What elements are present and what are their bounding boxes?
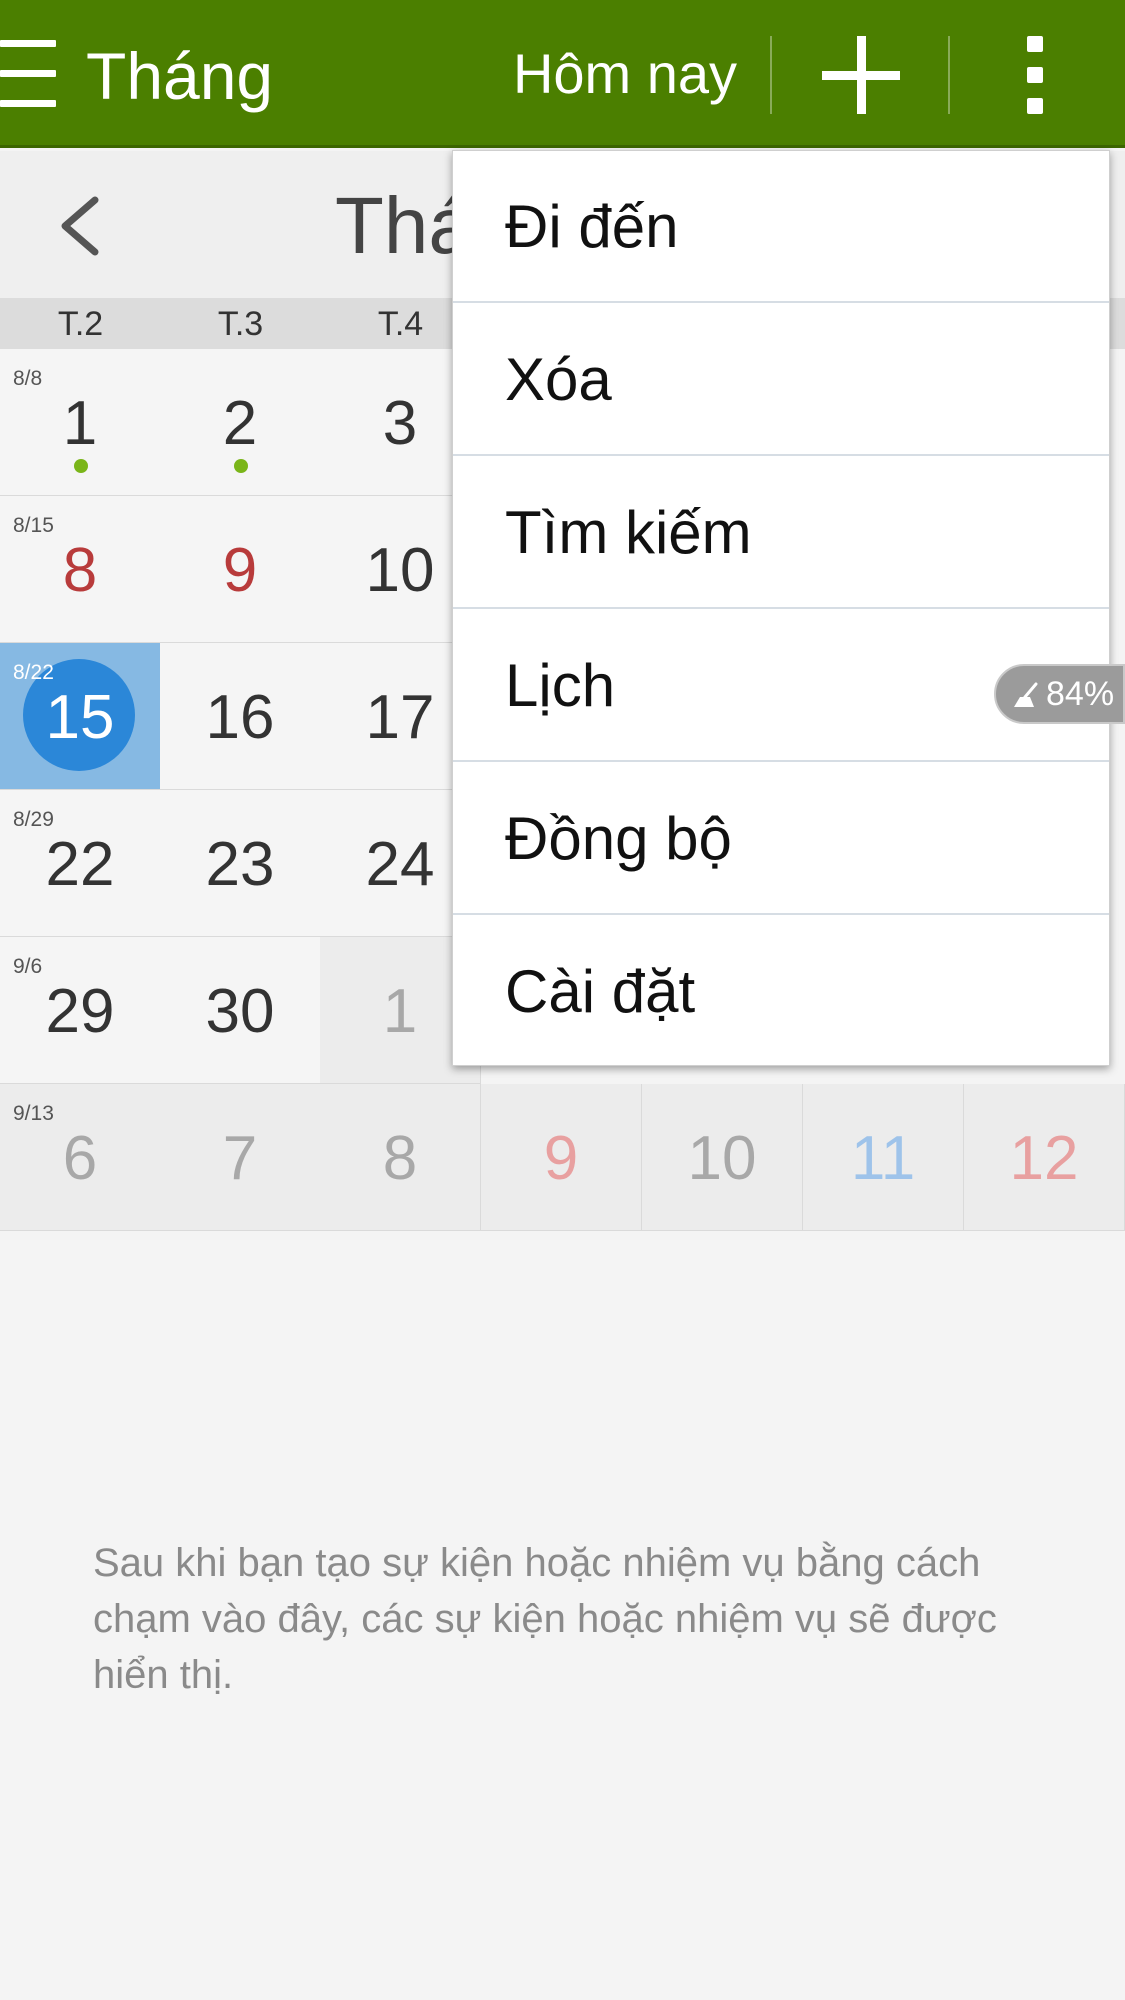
day-cell[interactable]: 9 <box>481 1084 642 1231</box>
menu-item-delete[interactable]: Xóa <box>453 304 1109 456</box>
add-event-button[interactable] <box>773 0 948 148</box>
day-cell[interactable]: 7 <box>160 1084 321 1231</box>
more-vertical-icon[interactable] <box>1027 36 1045 114</box>
day-number: 23 <box>205 830 275 899</box>
day-number: 6 <box>62 1124 98 1193</box>
day-number: 22 <box>45 830 115 899</box>
day-cell[interactable]: 8 <box>320 1084 481 1231</box>
day-cell[interactable]: 2 <box>160 349 321 496</box>
action-bar: Tháng Hôm nay <box>0 0 1125 148</box>
menu-item-search[interactable]: Tìm kiếm <box>453 457 1109 609</box>
day-cell[interactable]: 9 <box>160 496 321 643</box>
menu-item-label: Tìm kiếm <box>505 499 752 566</box>
menu-item-label: Cài đặt <box>505 958 696 1025</box>
menu-item-label: Đi đến <box>505 193 679 260</box>
menu-item-label: Xóa <box>505 346 612 413</box>
day-cell[interactable]: 8/15 8 <box>0 496 161 643</box>
day-cell[interactable]: 9/6 29 <box>0 937 161 1084</box>
day-cell[interactable]: 12 <box>964 1084 1125 1231</box>
battery-widget[interactable]: 84% <box>994 664 1125 724</box>
day-number: 29 <box>45 977 115 1046</box>
day-number: 8 <box>382 1124 418 1193</box>
day-cell[interactable]: 10 <box>642 1084 803 1231</box>
day-number: 11 <box>850 1124 916 1193</box>
hamburger-icon[interactable] <box>0 40 56 107</box>
day-number: 9 <box>222 536 258 605</box>
day-cell[interactable]: 11 <box>803 1084 964 1231</box>
day-cell[interactable]: 9/13 6 <box>0 1084 161 1231</box>
menu-item-label: Đồng bộ <box>505 805 732 872</box>
toolbar-divider <box>770 36 772 114</box>
event-dot <box>234 459 248 473</box>
day-cell[interactable]: 16 <box>160 643 321 790</box>
day-cell-today[interactable]: 8/22 15 <box>0 643 161 790</box>
chevron-left-icon[interactable] <box>55 196 107 256</box>
overflow-menu: Đi đến Xóa Tìm kiếm Lịch Đồng bộ Cài đặt <box>452 150 1110 1066</box>
empty-events-hint[interactable]: Sau khi bạn tạo sự kiện hoặc nhiệm vụ bằ… <box>93 1535 1053 1703</box>
day-cell[interactable]: 30 <box>160 937 321 1084</box>
day-number: 30 <box>205 977 275 1046</box>
view-title[interactable]: Tháng <box>86 36 273 116</box>
day-cell[interactable]: 8/29 22 <box>0 790 161 937</box>
today-button[interactable]: Hôm nay <box>480 0 770 148</box>
broom-icon <box>1014 682 1038 707</box>
menu-item-sync[interactable]: Đồng bộ <box>453 763 1109 915</box>
weekday-label: T.2 <box>57 305 104 343</box>
day-number: 2 <box>222 389 258 458</box>
day-number: 16 <box>205 683 275 752</box>
day-cell[interactable]: 23 <box>160 790 321 937</box>
day-number: 10 <box>687 1124 757 1193</box>
day-number: 8 <box>62 536 98 605</box>
battery-percent: 84% <box>1046 675 1115 713</box>
weekday-label: T.3 <box>217 305 264 343</box>
event-dot <box>74 459 88 473</box>
day-number: 1 <box>62 389 98 458</box>
menu-item-go-to[interactable]: Đi đến <box>453 151 1109 303</box>
day-number: 15 <box>45 683 115 752</box>
day-number: 7 <box>222 1124 258 1193</box>
day-number: 12 <box>1009 1124 1079 1193</box>
day-cell[interactable]: 8/8 1 <box>0 349 161 496</box>
menu-item-settings[interactable]: Cài đặt <box>453 916 1109 1066</box>
menu-item-label: Lịch <box>505 652 616 719</box>
day-number: 9 <box>543 1124 579 1193</box>
